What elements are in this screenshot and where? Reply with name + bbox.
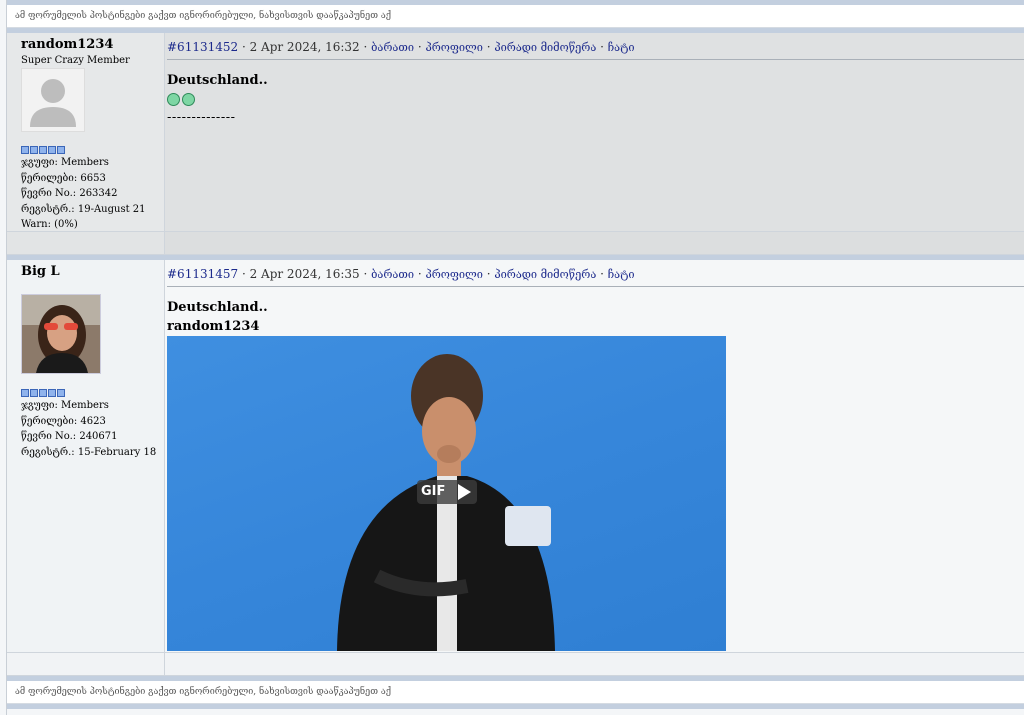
post-permalink[interactable]: #61131457 — [167, 267, 238, 281]
rank-pip — [39, 389, 47, 397]
rank-pip — [57, 389, 65, 397]
rank-pips — [21, 389, 65, 397]
private-message-link[interactable]: პირადი მიმოწერა — [494, 41, 596, 54]
post-meta: #61131452 · 2 Apr 2024, 16:32 · ბარათი ·… — [167, 40, 635, 54]
post-permalink[interactable]: #61131452 — [167, 40, 238, 54]
user-group: ჯგუფი: Members — [21, 157, 109, 168]
username[interactable]: random1234 — [21, 37, 113, 52]
chat-link[interactable]: ჩატი — [608, 268, 635, 281]
default-avatar-icon[interactable] — [21, 68, 85, 132]
post-footer — [7, 652, 1024, 675]
rank-pip — [48, 146, 56, 154]
separator — [7, 704, 1024, 709]
rank-pip — [48, 389, 56, 397]
ignored-user-notice[interactable]: ამ ფორუმელის პოსტინგები გაქვთ იგნორირებუ… — [7, 5, 1024, 28]
profile-link[interactable]: პროფილი — [425, 41, 482, 54]
post: Big L ჯგუფი: Members წერილები: 4623 წევრ… — [7, 260, 1024, 676]
user-registered: რეგისტრ.: 15-February 18 — [21, 446, 157, 458]
post-footer-side — [7, 232, 165, 254]
post-datetime: · 2 Apr 2024, 16:32 · — [238, 40, 372, 54]
profile-card-link[interactable]: ბარათი — [371, 268, 414, 281]
play-icon — [458, 484, 471, 500]
forum-topic: ამ ფორუმელის პოსტინგები გაქვთ იგნორირებუ… — [6, 0, 1024, 715]
user-stats: ჯგუფი: Members წერილები: 6653 წევრი No.:… — [21, 155, 146, 233]
ignored-user-notice[interactable]: ამ ფორუმელის პოსტინგები გაქვთ იგნორირებუ… — [7, 681, 1024, 704]
post-text: Deutschland.. — [167, 73, 268, 88]
post-body: Deutschland.. -------------- — [167, 71, 268, 125]
post-divider — [167, 59, 1024, 60]
gif-label: GIF — [421, 484, 446, 499]
private-message-link[interactable]: პირადი მიმოწერა — [494, 268, 596, 281]
chat-link[interactable]: ჩატი — [608, 41, 635, 54]
user-post-count: წერილები: 6653 — [21, 172, 106, 184]
rank-pips — [21, 146, 65, 154]
user-avatar[interactable] — [21, 294, 101, 374]
rank-pip — [30, 146, 38, 154]
smiley-icon — [167, 93, 180, 106]
post-author-panel: Big L ჯგუფი: Members წერილები: 4623 წევრ… — [7, 260, 165, 653]
gif-image[interactable]: GIF — [167, 336, 726, 651]
user-member-no: წევრი No.: 263342 — [21, 188, 118, 199]
post-footer-side — [7, 653, 165, 675]
user-member-no: წევრი No.: 240671 — [21, 431, 118, 442]
post-text: Deutschland.. — [167, 300, 268, 315]
profile-link[interactable]: პროფილი — [425, 268, 482, 281]
user-title: Super Crazy Member — [21, 55, 130, 66]
post: random1234 Super Crazy Member ჯგუფი: Mem… — [7, 33, 1024, 255]
post-datetime: · 2 Apr 2024, 16:35 · — [238, 267, 372, 281]
rank-pip — [30, 389, 38, 397]
rank-pip — [21, 146, 29, 154]
user-post-count: წერილები: 4623 — [21, 415, 106, 427]
user-group: ჯგუფი: Members — [21, 400, 109, 411]
smiley-icon — [182, 93, 195, 106]
post-author-panel: random1234 Super Crazy Member ჯგუფი: Mem… — [7, 33, 165, 232]
profile-card-link[interactable]: ბარათი — [371, 41, 414, 54]
user-stats: ჯგუფი: Members წერილები: 4623 წევრი No.:… — [21, 398, 156, 460]
rank-pip — [57, 146, 65, 154]
rank-pip — [39, 146, 47, 154]
quote-author: random1234 — [167, 319, 260, 334]
gif-play-badge[interactable]: GIF — [417, 480, 477, 504]
username[interactable]: Big L — [21, 264, 60, 279]
post-meta: #61131457 · 2 Apr 2024, 16:35 · ბარათი ·… — [167, 267, 635, 281]
smilies — [167, 93, 268, 106]
user-registered: რეგისტრ.: 19-August 21 — [21, 203, 146, 215]
signature-separator: -------------- — [167, 110, 236, 125]
post-body: Deutschland.. random1234 GIF — [167, 298, 726, 651]
rank-pip — [21, 389, 29, 397]
post-divider — [167, 286, 1024, 287]
post-footer — [7, 231, 1024, 254]
